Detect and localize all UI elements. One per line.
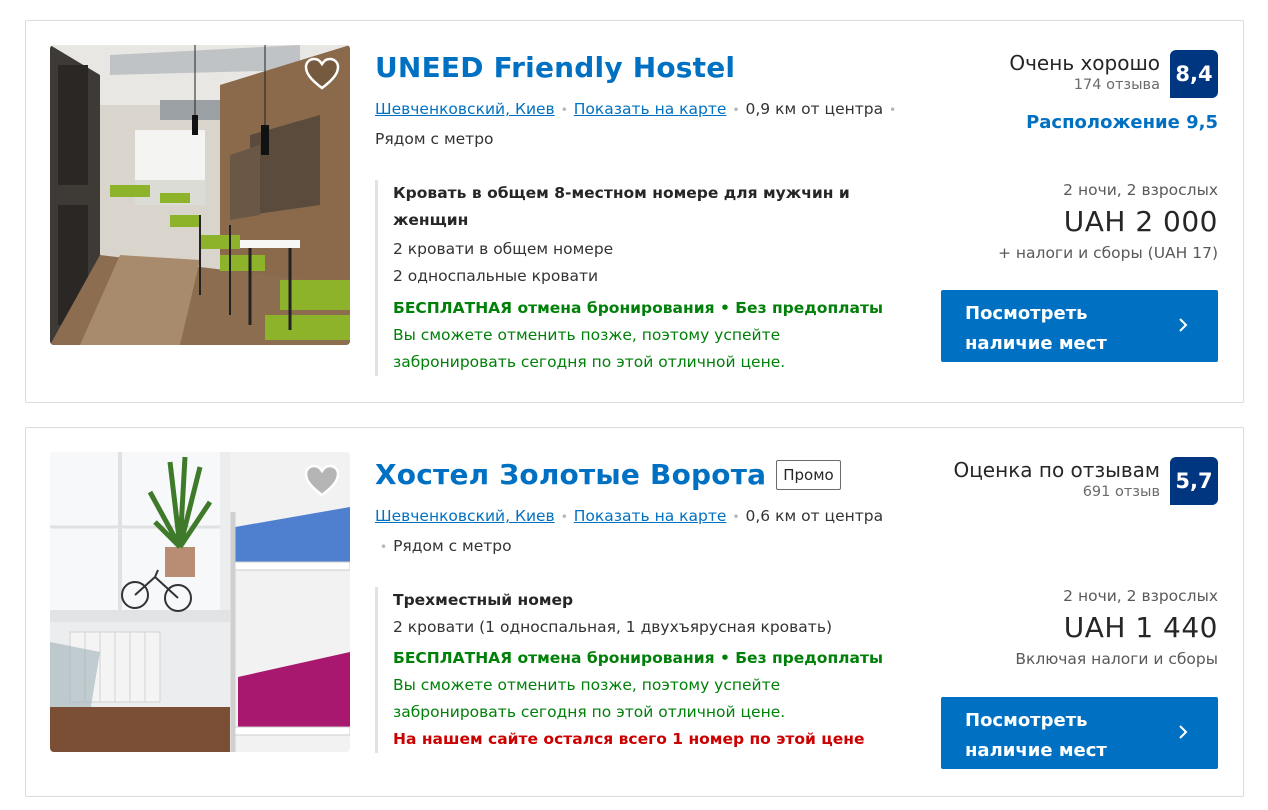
room-info: Трехместный номер 2 кровати (1 односпаль… (375, 587, 893, 753)
review-score-block[interactable]: Очень хорошо 174 отзыва 8,4 Расположение… (1009, 50, 1218, 133)
separator-dot: • (732, 510, 740, 524)
price-block: 2 ночи, 2 взрослых UAH 1 440 Включая нал… (1015, 587, 1218, 668)
price: UAH 2 000 (1063, 205, 1218, 238)
separator-dot: • (889, 103, 897, 117)
scarcity-message: На нашем сайте остался всего 1 номер по … (393, 730, 865, 748)
review-score-badge: 8,4 (1170, 50, 1218, 98)
property-card: Хостел Золотые Ворота Промо Шевченковски… (25, 427, 1244, 797)
heart-icon[interactable] (304, 57, 340, 91)
property-name-link[interactable]: UNEED Friendly Hostel (375, 51, 735, 84)
free-cancellation-label: БЕСПЛАТНАЯ отмена бронирования • Без пре… (393, 299, 883, 317)
location-line: Шевченковский, Киев • Показать на карте • 0,… (375, 502, 915, 562)
property-photo[interactable] (50, 45, 350, 345)
location-score: Расположение 9,5 (1026, 112, 1218, 133)
show-on-map-link[interactable]: Показать на карте (574, 507, 727, 525)
see-availability-button[interactable]: Посмотреть наличие мест (941, 697, 1218, 769)
separator-dot: • (560, 510, 568, 524)
score-label: Очень хорошо (1009, 51, 1160, 75)
price: UAH 1 440 (1063, 611, 1218, 644)
property-name-link[interactable]: Хостел Золотые Ворота (375, 458, 766, 491)
see-availability-label: Посмотреть наличие мест (965, 710, 1107, 761)
district-link[interactable]: Шевченковский, Киев (375, 507, 555, 525)
room-title: Трехместный номер (393, 591, 574, 609)
bed-info: 2 кровати в общем номере (393, 240, 614, 258)
review-score-badge: 5,7 (1170, 457, 1218, 505)
review-count: 691 отзыв (1082, 484, 1160, 500)
stay-length: 2 ночи, 2 взрослых (1063, 181, 1218, 199)
room-info: Кровать в общем 8-местном номере для муж… (375, 180, 893, 376)
cancellation-note: Вы сможете отменить позже, поэтому успей… (393, 676, 786, 721)
bed-info: 2 кровати (1 односпальная, 1 двухъярусна… (393, 618, 833, 636)
property-photo[interactable] (50, 452, 350, 752)
separator-dot: • (732, 103, 740, 117)
promo-badge: Промо (776, 459, 841, 490)
score-label: Оценка по отзывам (953, 458, 1160, 482)
separator-dot: • (560, 103, 568, 117)
price-block: 2 ночи, 2 взрослых UAH 2 000 + налоги и … (998, 181, 1218, 262)
district-link[interactable]: Шевченковский, Киев (375, 100, 555, 118)
distance-from-center: 0,9 км от центра (745, 100, 884, 118)
chevron-right-icon (1179, 318, 1188, 332)
see-availability-label: Посмотреть наличие мест (965, 303, 1107, 354)
distance-from-center: 0,6 км от центра (745, 507, 884, 525)
stay-length: 2 ночи, 2 взрослых (1063, 587, 1218, 605)
review-score-block[interactable]: Оценка по отзывам 691 отзыв 5,7 (953, 457, 1218, 505)
see-availability-button[interactable]: Посмотреть наличие мест (941, 290, 1218, 362)
metro-label: Рядом с метро (375, 130, 494, 148)
metro-label: Рядом с метро (393, 537, 512, 555)
review-count: 174 отзыва (1073, 77, 1160, 93)
room-title: Кровать в общем 8-местном номере для муж… (393, 184, 850, 229)
heart-icon[interactable] (304, 464, 340, 498)
show-on-map-link[interactable]: Показать на карте (574, 100, 727, 118)
location-line: Шевченковский, Киев • Показать на карте • 0,… (375, 95, 915, 154)
property-card: UNEED Friendly Hostel Шевченковский, Кие… (25, 20, 1244, 403)
bed-info: 2 односпальные кровати (393, 267, 599, 285)
taxes-note: + налоги и сборы (UAH 17) (998, 244, 1218, 262)
free-cancellation-label: БЕСПЛАТНАЯ отмена бронирования • Без пре… (393, 649, 883, 667)
cancellation-note: Вы сможете отменить позже, поэтому успей… (393, 326, 786, 371)
separator-dot: • (380, 540, 388, 554)
taxes-note: Включая налоги и сборы (1015, 650, 1218, 668)
chevron-right-icon (1179, 725, 1188, 739)
